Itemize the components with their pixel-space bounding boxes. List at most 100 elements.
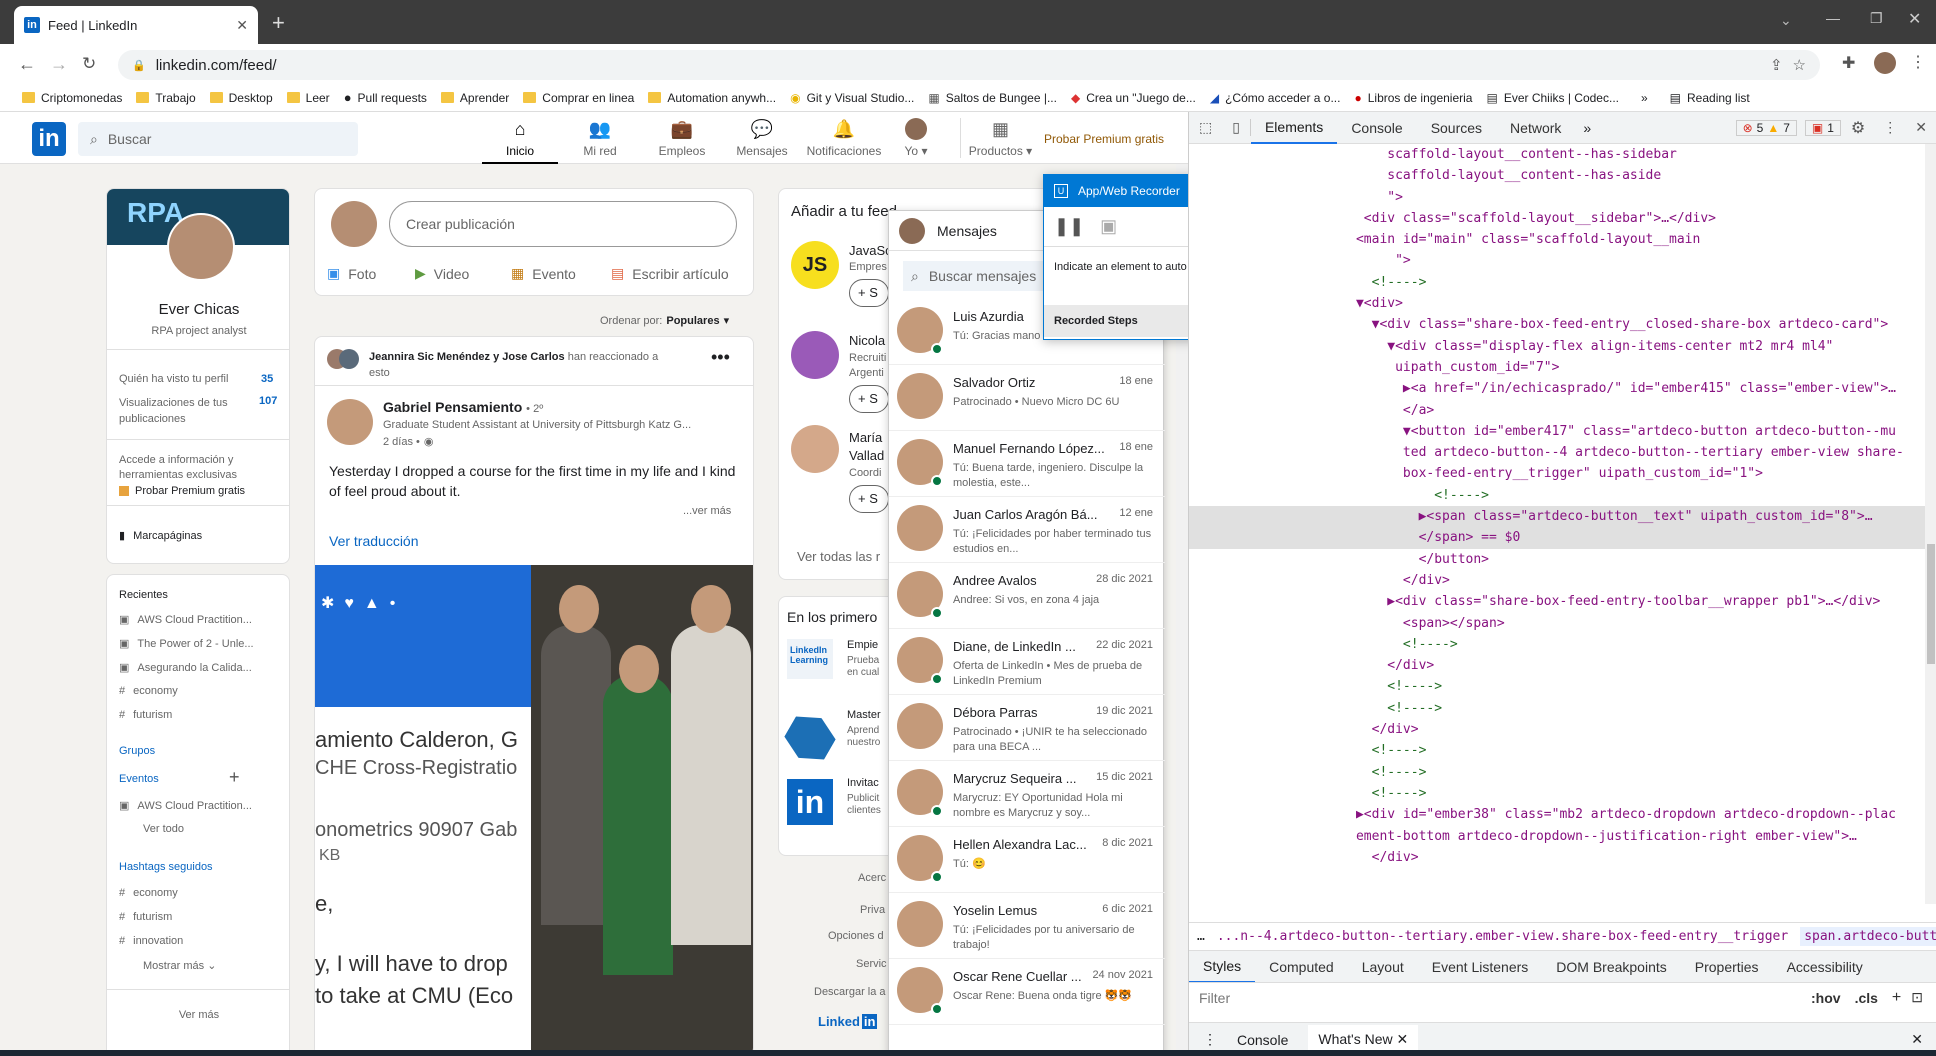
back-icon[interactable]: ← <box>18 54 36 75</box>
dom-line[interactable]: <!----> <box>1189 783 1925 804</box>
see-translation-button[interactable]: Ver traducción <box>329 533 419 549</box>
drawer-tab-console[interactable]: Console <box>1237 1032 1288 1048</box>
settings-gear-icon[interactable]: ⚙ <box>1841 118 1875 138</box>
close-window-icon[interactable]: ✕ <box>1908 9 1921 29</box>
search-input[interactable]: ⌕ Buscar <box>78 122 358 156</box>
tab-event-listeners[interactable]: Event Listeners <box>1418 951 1543 983</box>
hashtags-title[interactable]: Hashtags seguidos <box>119 861 213 873</box>
dom-line[interactable]: ▼<div class="share-box-feed-entry__close… <box>1189 314 1925 335</box>
bookmark-item[interactable]: ◆ Crea un "Juego de... <box>1071 91 1196 105</box>
menu-icon[interactable]: ⋮ <box>1910 52 1926 72</box>
more-options-icon[interactable]: ••• <box>711 347 730 368</box>
reading-list-button[interactable]: ▤ Reading list <box>1670 91 1750 105</box>
suggestion-avatar[interactable] <box>791 425 839 473</box>
tab-layout[interactable]: Layout <box>1348 951 1418 983</box>
follow-button[interactable]: + S <box>849 485 889 513</box>
dom-line[interactable]: </span> == $0 <box>1189 527 1925 549</box>
footer-link[interactable]: Servic <box>856 958 887 970</box>
suggestion-name[interactable]: Nicola <box>849 333 885 348</box>
suggestion-name[interactable]: María Vallad <box>849 429 889 465</box>
promo-name[interactable]: Invitac <box>847 777 887 789</box>
dom-line[interactable]: ▼<div class="display-flex align-items-ce… <box>1189 336 1925 357</box>
add-event-icon[interactable]: + <box>229 767 240 788</box>
reload-icon[interactable]: ↻ <box>82 54 96 74</box>
bookmark-item[interactable]: Comprar en linea <box>523 91 634 105</box>
bookmark-item[interactable]: ● Pull requests <box>344 90 427 105</box>
hashtag-item[interactable]: # innovation <box>119 935 183 947</box>
dom-line[interactable]: ▶<div id="ember38" class="mb2 artdeco-dr… <box>1189 804 1925 825</box>
dom-line[interactable]: uipath_custom_id="7"> <box>1189 357 1925 378</box>
tab-accessibility[interactable]: Accessibility <box>1773 951 1877 983</box>
tab-dom-breakpoints[interactable]: DOM Breakpoints <box>1542 951 1680 983</box>
tab-console[interactable]: Console <box>1337 112 1416 144</box>
message-item[interactable]: Diane, de LinkedIn ... 22 dic 2021 Oferta … <box>889 629 1165 695</box>
breadcrumb-item[interactable]: ...n--4.artdeco-button--tertiary.ember-v… <box>1217 929 1788 944</box>
close-tab-icon[interactable]: ✕ <box>236 17 248 34</box>
tab-sources[interactable]: Sources <box>1417 112 1496 144</box>
hashtag-item[interactable]: # economy <box>119 887 178 899</box>
dom-tree[interactable]: scaffold-layout__content--has-sidebar sc… <box>1189 144 1925 904</box>
bookmark-item[interactable]: ◢ ¿Cómo acceder a o... <box>1210 91 1341 105</box>
follow-button[interactable]: + S <box>849 385 889 413</box>
see-more-button[interactable]: ...ver más <box>683 505 731 517</box>
bookmark-item[interactable]: Leer <box>286 91 330 105</box>
javascript-logo-icon[interactable]: JS <box>791 241 839 289</box>
dom-line[interactable]: <!----> <box>1189 485 1925 506</box>
profile-name[interactable]: Ever Chicas <box>107 301 289 318</box>
dom-line[interactable]: <!----> <box>1189 698 1925 719</box>
follow-button[interactable]: + S <box>849 279 889 307</box>
minimize-icon[interactable]: — <box>1826 10 1840 26</box>
dom-line[interactable]: </div> <box>1189 570 1925 591</box>
recent-item[interactable]: # futurism <box>119 709 172 721</box>
extensions-icon[interactable]: ✚ <box>1842 53 1855 73</box>
hashtag-item[interactable]: # futurism <box>119 911 172 923</box>
dom-line[interactable]: ▶<span class="artdeco-button__text" uipa… <box>1189 506 1925 528</box>
bookmark-item[interactable]: ◉ Git y Visual Studio... <box>790 91 914 105</box>
toggle-sidebar-icon[interactable]: ⊡ <box>1911 989 1923 1006</box>
dom-line[interactable]: </a> <box>1189 400 1925 421</box>
bookmark-item[interactable]: Automation anywh... <box>648 91 776 105</box>
tab-elements[interactable]: Elements <box>1250 112 1338 144</box>
dom-line[interactable]: box-feed-entry__trigger" uipath_custom_i… <box>1189 463 1925 484</box>
show-more-link[interactable]: Mostrar más ⌄ <box>143 959 216 972</box>
nav-jobs[interactable]: 💼 Empleos <box>644 118 720 159</box>
dom-line[interactable]: scaffold-layout__content--has-aside <box>1189 165 1925 186</box>
footer-link[interactable]: Opciones d <box>828 930 884 942</box>
stat-profile-views-label[interactable]: Quién ha visto tu perfil <box>119 373 259 385</box>
dom-line[interactable]: "> <box>1189 187 1925 208</box>
dom-line[interactable]: <span></span> <box>1189 613 1925 634</box>
bookmark-item[interactable]: ▦ Saltos de Bungee |... <box>928 91 1057 105</box>
footer-link[interactable]: Acerc <box>858 872 886 884</box>
dom-line[interactable]: </div> <box>1189 719 1925 740</box>
tab-styles[interactable]: Styles <box>1189 951 1256 983</box>
suggestion-name[interactable]: JavaSc <box>849 243 892 258</box>
promo-name[interactable]: Master <box>847 709 887 721</box>
dom-line[interactable]: <!----> <box>1189 272 1925 293</box>
nav-me[interactable]: Yo ▾ <box>886 118 946 158</box>
more-bookmarks-icon[interactable]: » <box>1641 91 1648 105</box>
see-more-link[interactable]: Ver más <box>107 1009 289 1021</box>
bookmark-item[interactable]: Aprender <box>440 91 509 105</box>
nav-notifications[interactable]: 🔔 Notificaciones <box>802 118 886 159</box>
dom-line[interactable]: scaffold-layout__content--has-sidebar <box>1189 144 1925 165</box>
dom-line[interactable]: <!----> <box>1189 634 1925 655</box>
save-icon[interactable]: ▣ <box>1100 216 1117 237</box>
tab-properties[interactable]: Properties <box>1681 951 1773 983</box>
close-tab-icon[interactable]: ✕ <box>1397 1031 1409 1047</box>
dom-line[interactable]: </div> <box>1189 655 1925 676</box>
profile-avatar[interactable] <box>1874 52 1896 74</box>
promo-name[interactable]: Empie <box>847 639 887 651</box>
close-drawer-icon[interactable]: ✕ <box>1911 1031 1923 1048</box>
message-item[interactable]: Yoselin Lemus 6 dic 2021 Tú: ¡Felicidades … <box>889 893 1165 959</box>
dom-line[interactable]: ement-bottom artdeco-dropdown--justifica… <box>1189 826 1925 847</box>
nav-products[interactable]: ▦ Productos ▾ <box>960 118 1040 158</box>
dom-scrollbar[interactable] <box>1925 144 1936 904</box>
bookmark-item[interactable]: Desktop <box>209 91 273 105</box>
message-item[interactable]: Hellen Alexandra Lac... 8 dic 2021 Tú: 😊 <box>889 827 1165 893</box>
url-bar[interactable]: 🔒 linkedin.com/feed/ ⇪ ☆ <box>118 50 1820 80</box>
forward-icon[interactable]: → <box>50 54 68 75</box>
drawer-menu-icon[interactable]: ⋮ <box>1203 1031 1217 1048</box>
kebab-menu-icon[interactable]: ⋮ <box>1875 119 1905 136</box>
dom-line[interactable]: </button> <box>1189 549 1925 570</box>
recent-item[interactable]: ▣ The Power of 2 - Unle... <box>119 637 254 651</box>
